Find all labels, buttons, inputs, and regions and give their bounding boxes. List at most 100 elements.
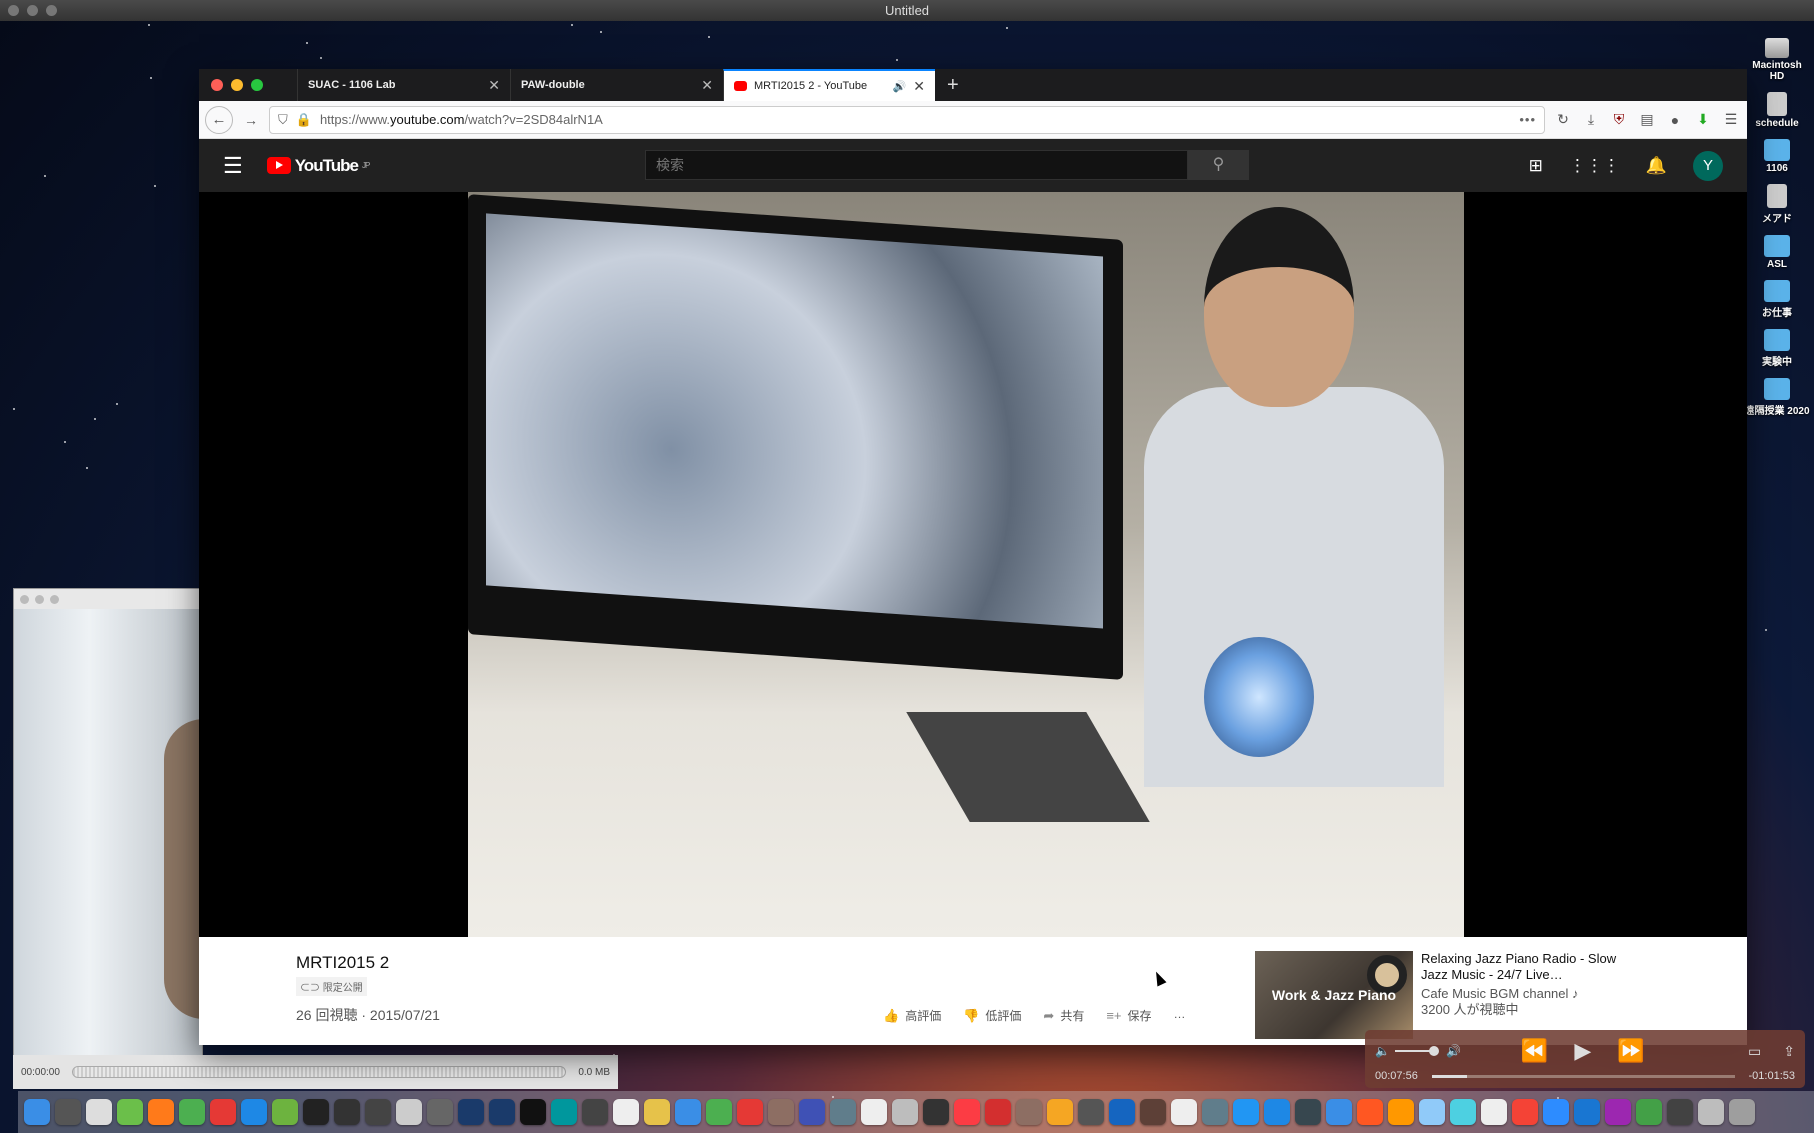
dock-app-icon[interactable] [799,1099,825,1125]
dock-app-icon[interactable] [892,1099,918,1125]
dock-app-icon[interactable] [1295,1099,1321,1125]
dock-app-icon[interactable] [1078,1099,1104,1125]
download-icon[interactable]: ⤓ [1581,111,1601,128]
window-controls[interactable] [8,5,57,16]
dock-app-icon[interactable] [923,1099,949,1125]
extension-icon[interactable]: ● [1665,112,1685,128]
dock-app-icon[interactable] [272,1099,298,1125]
dock-app-icon[interactable] [365,1099,391,1125]
dock-app-icon[interactable] [861,1099,887,1125]
create-video-icon[interactable]: ⊞ [1529,156,1543,176]
dock-app-icon[interactable] [179,1099,205,1125]
dock-app-icon[interactable] [1326,1099,1352,1125]
reload-icon[interactable]: ↻ [1553,111,1573,128]
dock-app-icon[interactable] [1543,1099,1569,1125]
apps-grid-icon[interactable]: ⋮⋮⋮ [1569,156,1620,176]
fast-forward-button[interactable]: ⏩ [1617,1038,1644,1064]
window-controls[interactable] [199,69,297,101]
share-icon[interactable]: ⇪ [1783,1043,1795,1060]
more-actions-button[interactable]: … [1174,1007,1186,1024]
dock-app-icon[interactable] [1109,1099,1135,1125]
rewind-button[interactable]: ⏪ [1521,1038,1548,1064]
dock-app-icon[interactable] [1357,1099,1383,1125]
dock-app-icon[interactable] [458,1099,484,1125]
dock-app-icon[interactable] [675,1099,701,1125]
dock-app-icon[interactable] [1016,1099,1042,1125]
close-tab-icon[interactable]: ✕ [701,77,713,94]
dock-app-icon[interactable] [427,1099,453,1125]
dock-app-icon[interactable] [1605,1099,1631,1125]
desktop-icon[interactable]: お仕事 [1762,280,1792,319]
dock-app-icon[interactable] [303,1099,329,1125]
dock-app-icon[interactable] [24,1099,50,1125]
playback-scrubber[interactable] [1431,1074,1735,1078]
tab-youtube[interactable]: MRTI2015 2 - YouTube 🔊 ✕ [723,69,935,101]
back-button[interactable]: ← [205,105,233,134]
dock-app-icon[interactable] [1574,1099,1600,1125]
play-button[interactable]: ▶ [1574,1038,1591,1064]
recommended-channel[interactable]: Cafe Music BGM channel ♪ [1421,986,1631,1002]
desktop-icon[interactable]: 実験中 [1762,329,1792,368]
search-input[interactable] [645,150,1188,180]
dock-app-icon[interactable] [1450,1099,1476,1125]
camera-window[interactable] [13,588,224,1058]
dock-app-icon[interactable] [241,1099,267,1125]
airplay-icon[interactable]: ▭ [1748,1043,1761,1060]
desktop-icon[interactable]: メアド [1762,184,1792,225]
desktop-icon[interactable]: Macintosh HD [1744,38,1810,82]
tab-paw-double[interactable]: PAW-double ✕ [510,69,723,101]
dock-app-icon[interactable] [582,1099,608,1125]
dock-app-icon[interactable] [1698,1099,1724,1125]
address-bar[interactable]: ⛉ 🔒 https://www.youtube.com/watch?v=2SD8… [269,105,1545,134]
dock-app-icon[interactable] [768,1099,794,1125]
forward-button[interactable]: → [241,112,261,128]
close-tab-icon[interactable]: ✕ [488,77,500,94]
dock-app-icon[interactable] [1481,1099,1507,1125]
reader-icon[interactable]: ▤ [1637,111,1657,128]
dock-app-icon[interactable] [520,1099,546,1125]
dock-app-icon[interactable] [1233,1099,1259,1125]
dock-app-icon[interactable] [830,1099,856,1125]
dock-app-icon[interactable] [706,1099,732,1125]
ublock-icon[interactable]: ⛨ [1609,111,1629,128]
dock-app-icon[interactable] [55,1099,81,1125]
dock-app-icon[interactable] [1636,1099,1662,1125]
tab-suac[interactable]: SUAC - 1106 Lab ✕ [297,69,510,101]
share-button[interactable]: ➦ 共有 [1043,1007,1084,1024]
hamburger-menu-icon[interactable]: ☰ [1721,111,1741,128]
recommended-video[interactable]: Work & Jazz Piano Relaxing Jazz Piano Ra… [1255,951,1631,1039]
speaker-icon[interactable]: 🔊 [893,80,907,93]
dock-app-icon[interactable] [1512,1099,1538,1125]
dock-app-icon[interactable] [86,1099,112,1125]
dislike-button[interactable]: 👎 低評価 [963,1007,1021,1024]
minimize-window-button[interactable] [231,79,243,91]
dock-app-icon[interactable] [117,1099,143,1125]
desktop-icon[interactable]: schedule [1755,92,1799,129]
dock-app-icon[interactable] [1264,1099,1290,1125]
close-tab-icon[interactable]: ✕ [913,78,925,95]
dock-app-icon[interactable] [1171,1099,1197,1125]
download-helper-icon[interactable]: ⬇ [1693,111,1713,128]
dock-app-icon[interactable] [737,1099,763,1125]
search-button[interactable]: ⚲ [1188,150,1249,180]
new-tab-button[interactable]: + [935,69,971,101]
dock-app-icon[interactable] [1667,1099,1693,1125]
dock-app-icon[interactable] [489,1099,515,1125]
volume-control[interactable]: 🔈 🔊 [1375,1044,1461,1058]
window-controls[interactable] [14,589,202,609]
recommended-title[interactable]: Relaxing Jazz Piano Radio - Slow Jazz Mu… [1421,951,1631,983]
dock-app-icon[interactable] [1729,1099,1755,1125]
save-button[interactable]: ≡+ 保存 [1106,1007,1151,1024]
page-actions-icon[interactable]: ••• [1519,112,1536,127]
video-player[interactable] [199,192,1747,937]
dock-app-icon[interactable] [613,1099,639,1125]
dock-app-icon[interactable] [148,1099,174,1125]
dock-app-icon[interactable] [644,1099,670,1125]
dock-app-icon[interactable] [1202,1099,1228,1125]
dock-app-icon[interactable] [396,1099,422,1125]
like-button[interactable]: 👍 高評価 [883,1007,941,1024]
notifications-bell-icon[interactable]: 🔔 [1646,156,1667,176]
desktop-icon[interactable]: 1106 [1764,139,1790,174]
close-window-button[interactable] [211,79,223,91]
dock-app-icon[interactable] [551,1099,577,1125]
